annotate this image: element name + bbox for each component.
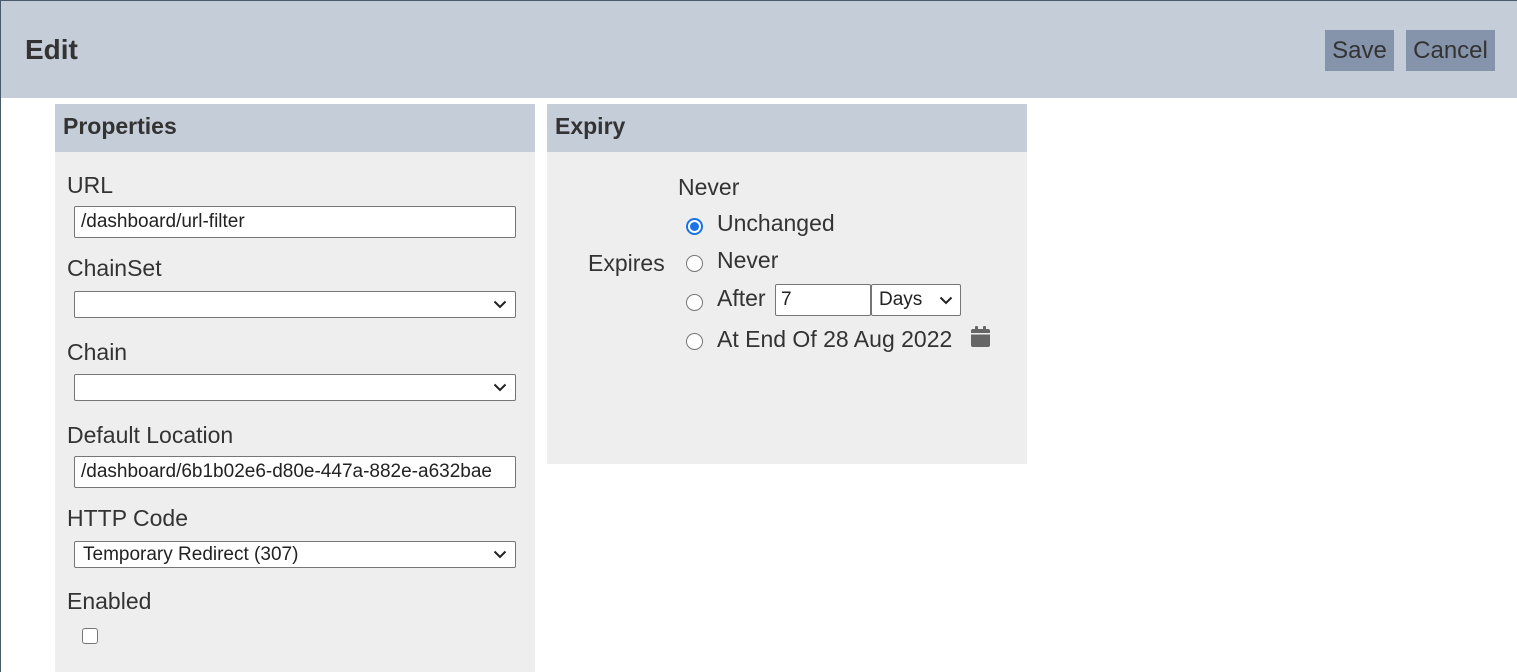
radio-after[interactable] (686, 294, 703, 311)
cancel-button[interactable]: Cancel (1406, 30, 1495, 71)
properties-panel-title: Properties (55, 104, 535, 152)
radio-after-label: After (717, 285, 766, 311)
radio-never[interactable] (686, 255, 703, 272)
default-location-input[interactable] (74, 456, 516, 488)
http-code-label: HTTP Code (67, 505, 189, 531)
chevron-down-icon (493, 550, 507, 559)
edit-dialog: Edit Save Cancel Properties URL ChainSet… (0, 0, 1517, 672)
calendar-icon[interactable] (971, 326, 990, 347)
default-location-label: Default Location (67, 422, 234, 448)
chainset-label: ChainSet (67, 255, 162, 281)
save-button[interactable]: Save (1325, 30, 1394, 71)
chevron-down-icon (493, 383, 507, 392)
enabled-label: Enabled (67, 588, 152, 614)
header-bar: Edit Save Cancel (1, 1, 1517, 98)
expiry-current-value: Never (678, 174, 740, 200)
properties-panel: Properties URL ChainSet Chain Default Lo… (55, 104, 535, 672)
radio-at-end-of[interactable] (686, 333, 703, 350)
http-code-select[interactable]: Temporary Redirect (307) (74, 541, 516, 568)
expiry-panel: Expiry Never Expires Unchanged Never Aft… (547, 104, 1027, 464)
chevron-down-icon (939, 296, 953, 305)
expires-label: Expires (588, 250, 665, 276)
page-title: Edit (25, 34, 78, 65)
url-input[interactable] (74, 206, 516, 238)
after-unit-select[interactable]: Days (871, 284, 961, 316)
url-label: URL (67, 172, 114, 198)
radio-at-end-of-label: At End Of 28 Aug 2022 (717, 326, 953, 352)
radio-never-label: Never (717, 247, 779, 273)
expiry-panel-title: Expiry (547, 104, 1027, 152)
after-unit-value: Days (879, 289, 923, 310)
radio-unchanged-label: Unchanged (717, 210, 835, 236)
radio-unchanged[interactable] (686, 218, 703, 235)
chevron-down-icon (493, 300, 507, 309)
after-amount-input[interactable] (775, 284, 871, 316)
chain-select[interactable] (74, 374, 516, 401)
chainset-select[interactable] (74, 291, 516, 318)
enabled-checkbox[interactable] (82, 628, 98, 644)
http-code-select-value: Temporary Redirect (307) (83, 544, 299, 565)
chain-label: Chain (67, 339, 128, 365)
